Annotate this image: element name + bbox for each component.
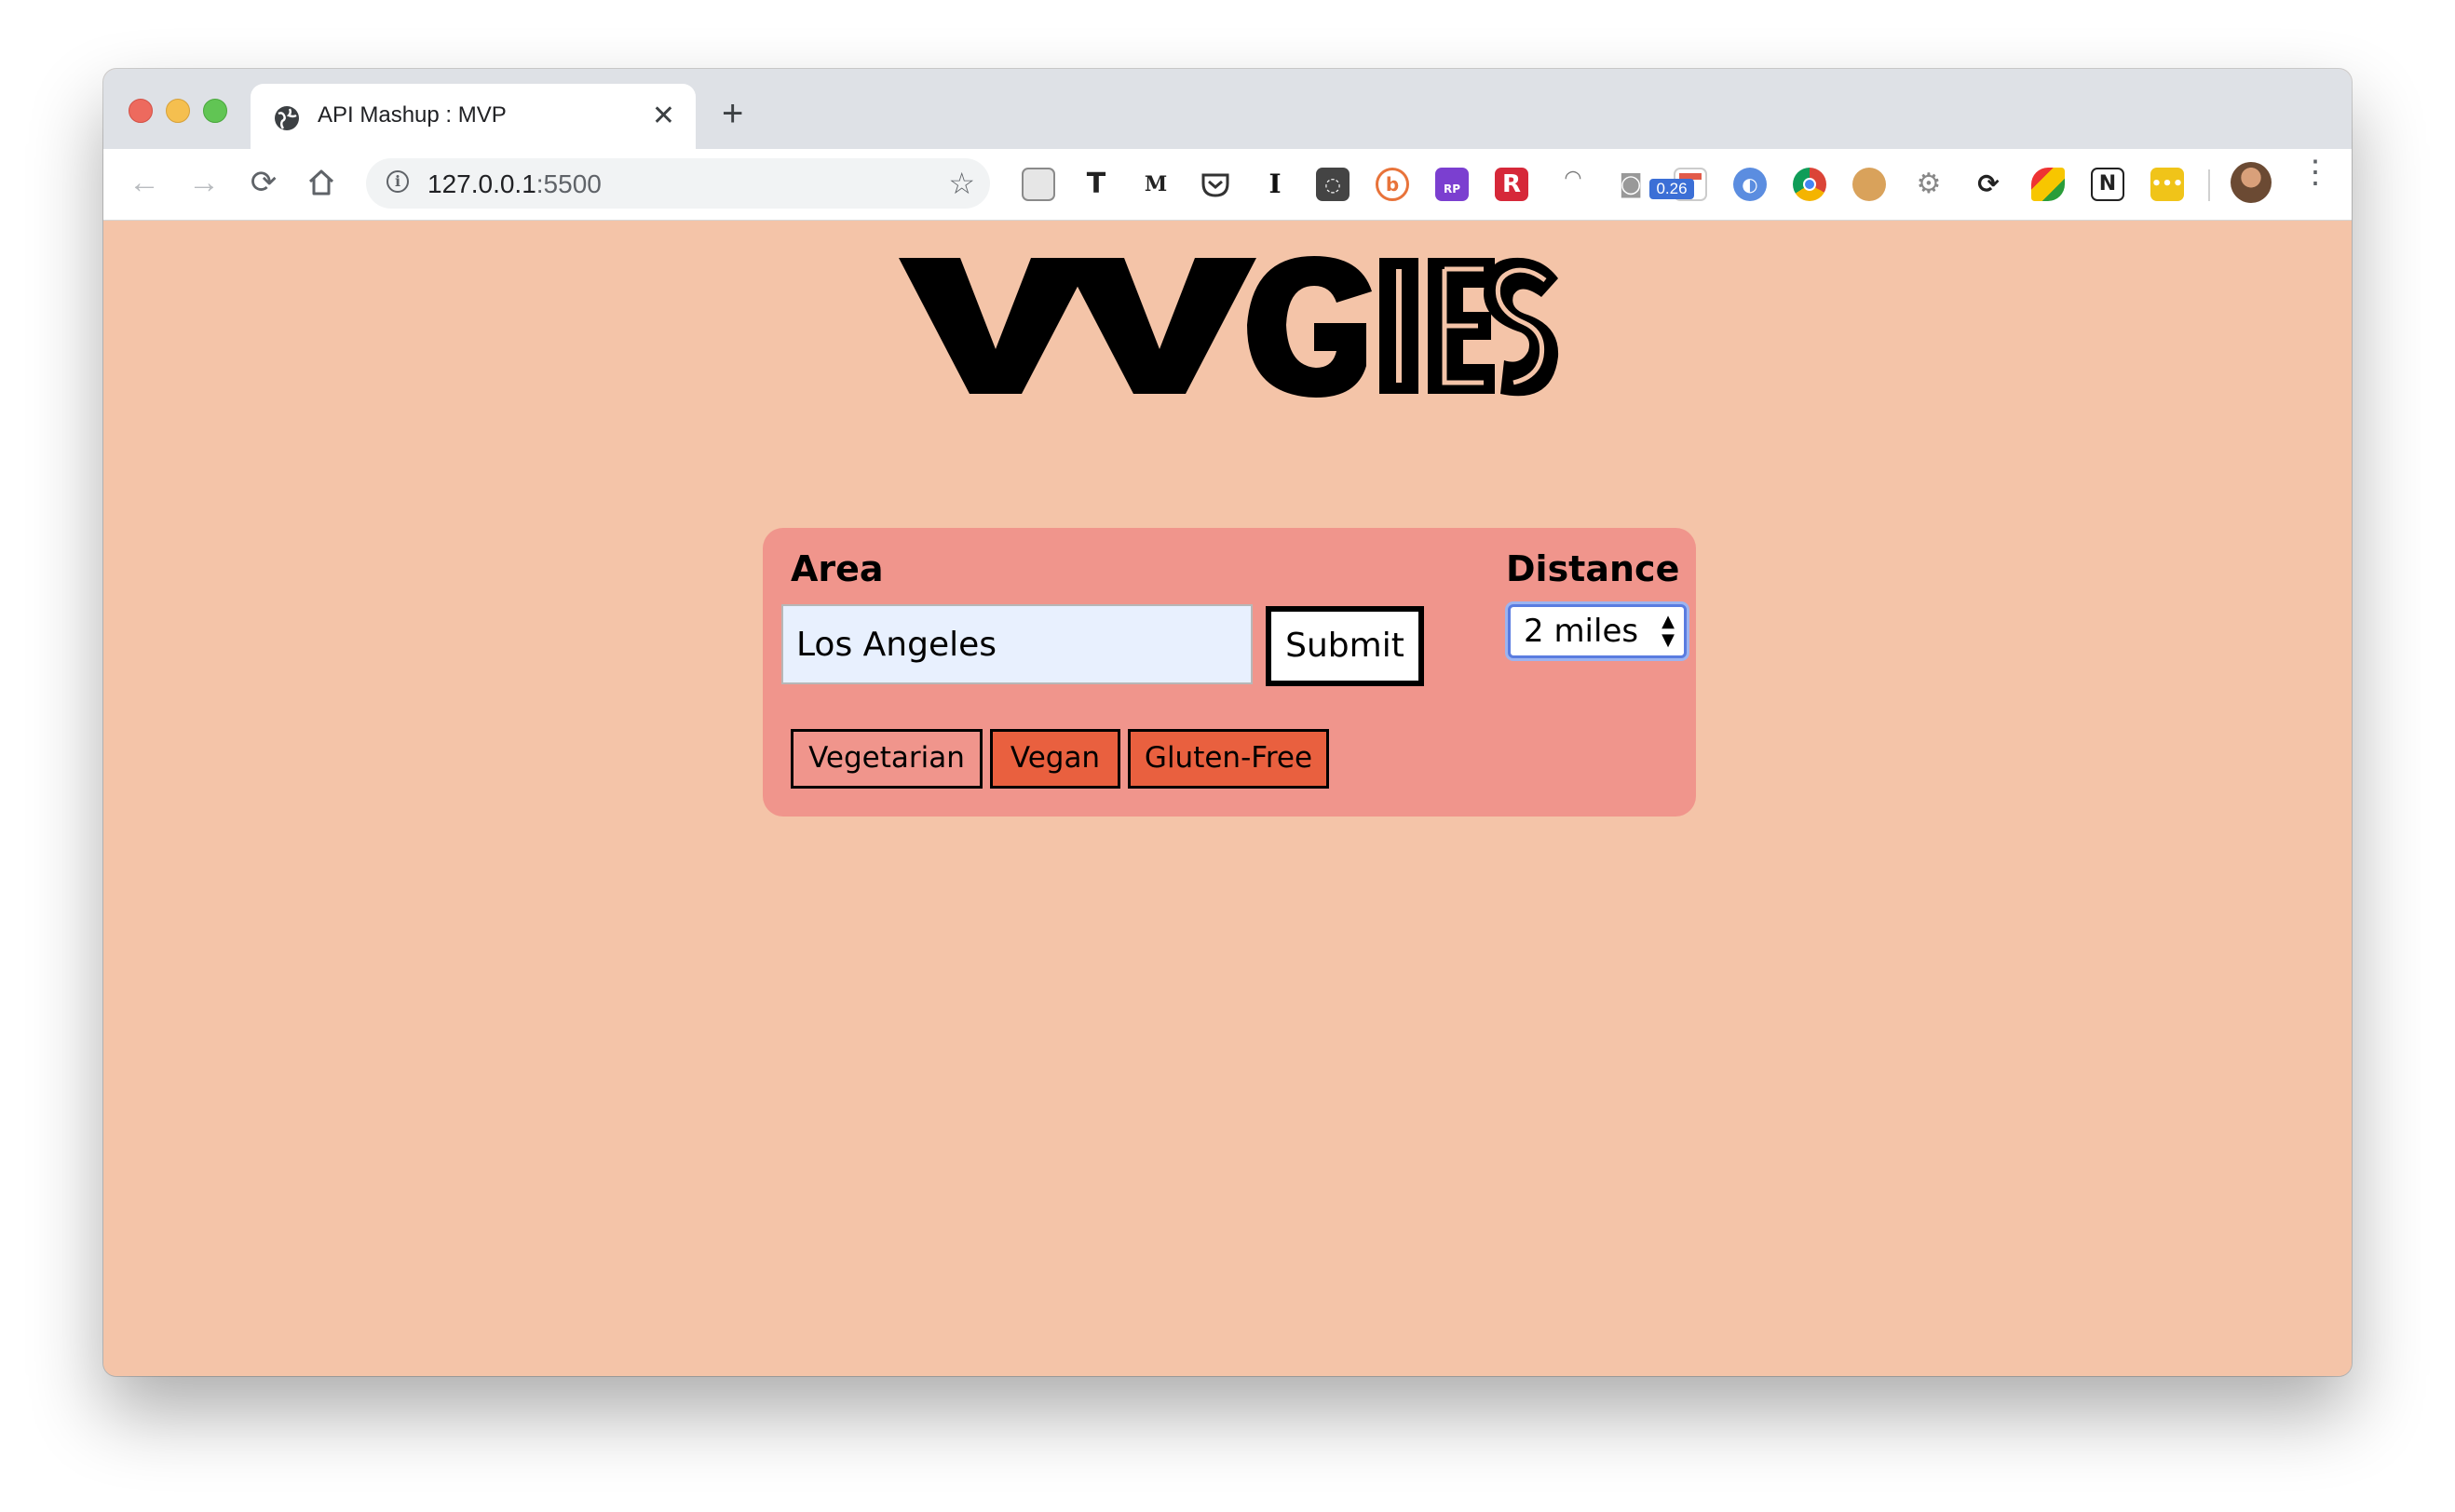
area-input[interactable] bbox=[781, 604, 1253, 684]
instapaper-icon[interactable]: I bbox=[1258, 168, 1292, 201]
r-extension-icon[interactable]: R bbox=[1495, 168, 1528, 201]
toolbar-separator bbox=[2208, 169, 2210, 201]
extension-badge: 0.26 bbox=[1649, 179, 1694, 199]
forward-arrow-icon[interactable]: → bbox=[185, 164, 223, 201]
url-host: 127.0.0.1 bbox=[427, 169, 536, 198]
medium-icon[interactable]: M bbox=[1139, 168, 1173, 201]
maximize-window-button[interactable] bbox=[203, 99, 227, 123]
lightbulb-icon[interactable]: ◌ bbox=[1316, 168, 1350, 201]
submit-button[interactable]: Submit bbox=[1266, 606, 1424, 686]
address-bar[interactable]: i 127.0.0.1:5500 ☆ bbox=[366, 158, 990, 209]
chrome-icon[interactable] bbox=[1793, 168, 1826, 201]
browser-toolbar: ← → ⟳ i 127.0.0.1:5500 ☆ T M I ◌ b RP R … bbox=[103, 149, 2352, 221]
vegan-filter-button[interactable]: Vegan bbox=[990, 729, 1120, 789]
tab-title: API Mashup : MVP bbox=[318, 102, 507, 128]
page-content: Area Submit Distance 2 miles ▲▼ Vegetari… bbox=[103, 221, 2352, 1376]
rp-icon[interactable]: RP bbox=[1435, 168, 1469, 201]
area-label: Area bbox=[791, 548, 884, 589]
distance-selected-value: 2 miles bbox=[1524, 613, 1639, 650]
vegetarian-filter-button[interactable]: Vegetarian bbox=[791, 729, 983, 789]
new-tab-button[interactable]: + bbox=[722, 95, 743, 132]
url-port: :5500 bbox=[536, 169, 602, 198]
url-text[interactable]: 127.0.0.1:5500 bbox=[427, 169, 602, 199]
cookie-icon[interactable] bbox=[1852, 168, 1886, 201]
close-window-button[interactable] bbox=[129, 99, 153, 123]
notion-icon[interactable]: N bbox=[2091, 168, 2124, 201]
close-tab-icon[interactable]: ✕ bbox=[652, 101, 675, 132]
globe-icon bbox=[275, 106, 299, 130]
b-extension-icon[interactable]: b bbox=[1376, 168, 1409, 201]
pocket-icon[interactable] bbox=[1199, 168, 1232, 201]
minimize-window-button[interactable] bbox=[166, 99, 190, 123]
profile-avatar[interactable] bbox=[2231, 162, 2272, 203]
more-extension-icon[interactable]: ••• bbox=[2150, 168, 2184, 201]
bookmark-star-icon[interactable]: ☆ bbox=[948, 166, 975, 201]
tab-strip: API Mashup : MVP ✕ + bbox=[103, 69, 2352, 149]
select-arrows-icon: ▲ ▼ bbox=[1662, 612, 1675, 650]
menu-kebab-icon[interactable]: ⋮ bbox=[2299, 156, 2331, 188]
briefcase-icon[interactable] bbox=[1022, 168, 1055, 201]
pen-icon[interactable] bbox=[2031, 168, 2065, 201]
speedometer-icon[interactable]: ◠ bbox=[1556, 168, 1590, 201]
search-card: Area Submit Distance 2 miles ▲▼ Vegetari… bbox=[763, 528, 1696, 817]
vvgies-logo bbox=[899, 256, 1559, 398]
compass-icon[interactable]: ◐ bbox=[1733, 168, 1767, 201]
gluten-free-filter-button[interactable]: Gluten-Free bbox=[1128, 729, 1329, 789]
gear-icon[interactable]: ⚙ bbox=[1912, 168, 1946, 201]
distance-label: Distance bbox=[1506, 548, 1680, 589]
typewriter-icon[interactable]: T bbox=[1079, 168, 1113, 201]
info-icon[interactable]: i bbox=[387, 170, 409, 193]
tab-api-mashup[interactable]: API Mashup : MVP ✕ bbox=[251, 84, 696, 149]
distance-select[interactable]: 2 miles ▲ ▼ bbox=[1508, 604, 1687, 658]
reload-icon[interactable]: ⟳ bbox=[245, 164, 282, 201]
browser-window: API Mashup : MVP ✕ + ← → ⟳ i 127.0.0.1:5… bbox=[103, 69, 2352, 1376]
home-icon[interactable] bbox=[306, 168, 336, 197]
sync-icon[interactable]: ⟳ bbox=[1972, 168, 2005, 201]
camera-icon[interactable]: ◙ bbox=[1614, 168, 1648, 201]
back-arrow-icon[interactable]: ← bbox=[126, 164, 163, 201]
